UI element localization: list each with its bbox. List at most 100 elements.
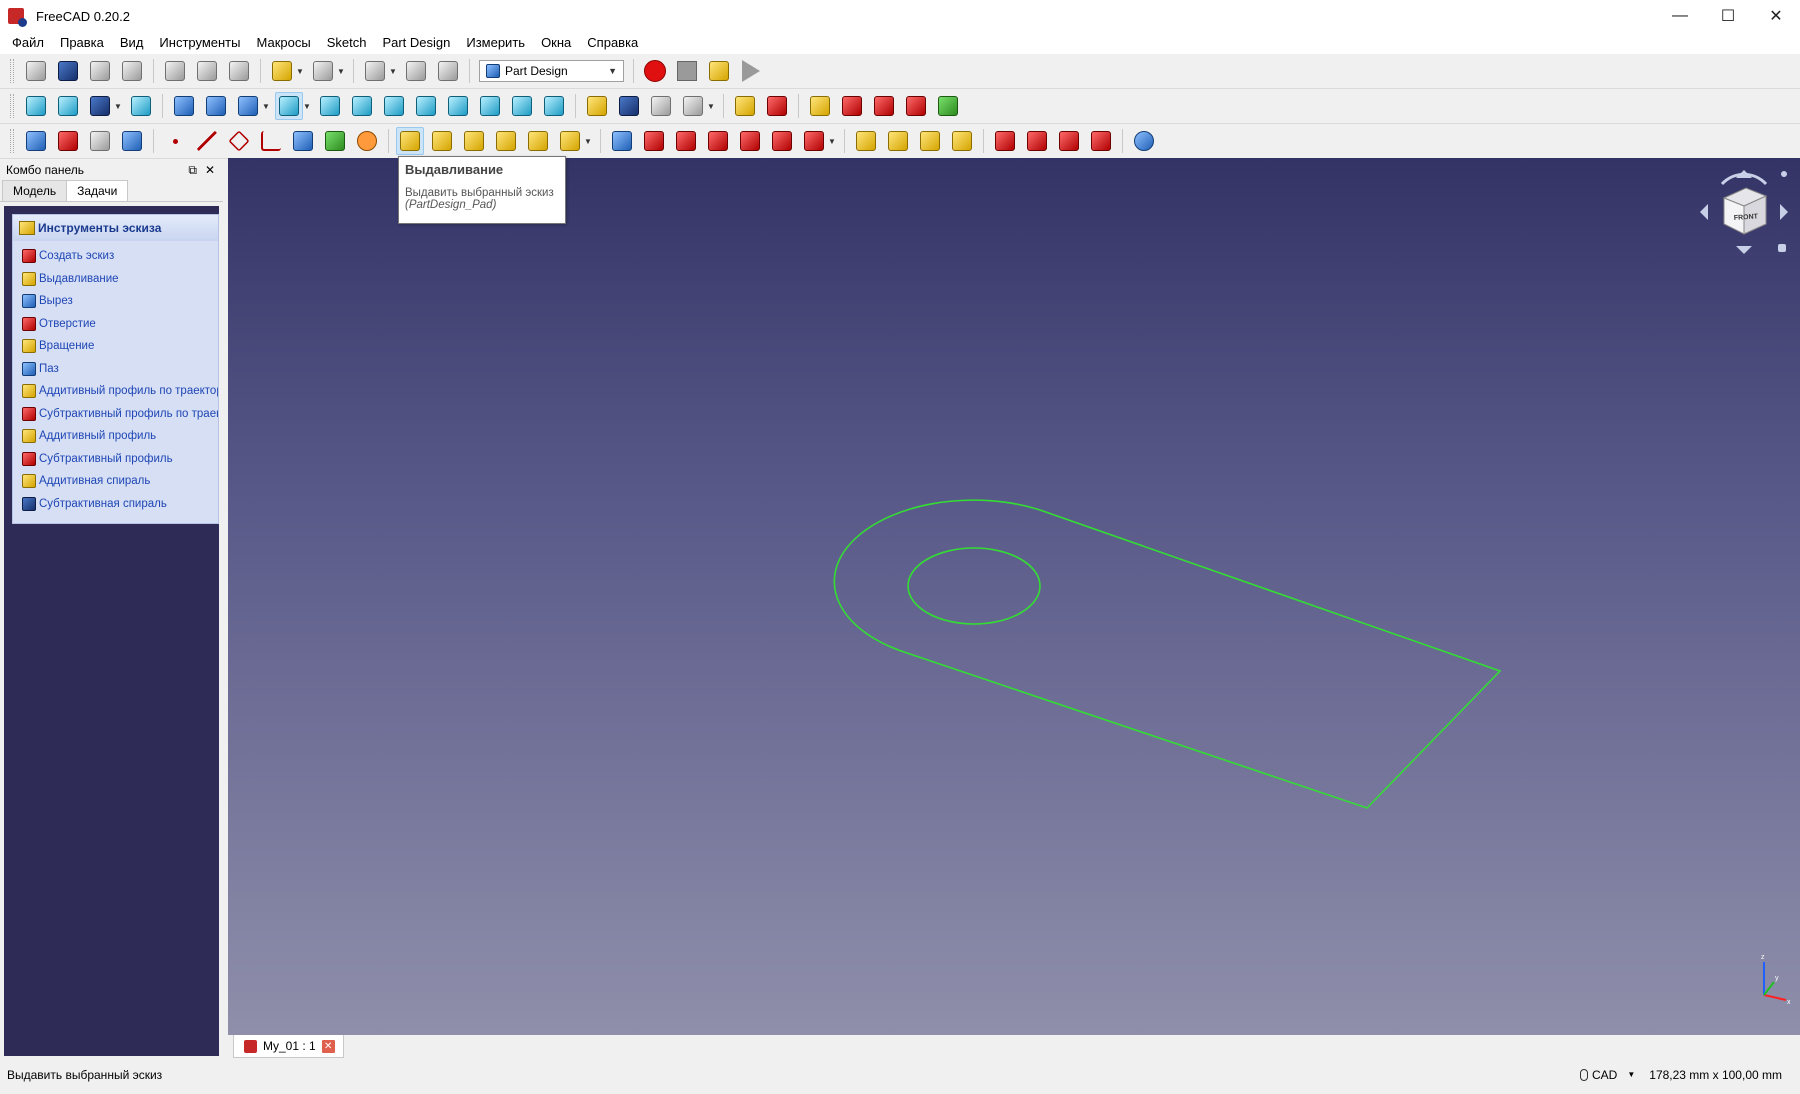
menu-help[interactable]: Справка xyxy=(579,32,646,54)
local-cs-button[interactable] xyxy=(257,127,285,155)
nav-arrow-down-icon[interactable] xyxy=(1736,246,1752,254)
navigation-cube[interactable]: FRONT xyxy=(1694,162,1794,262)
menu-tools[interactable]: Инструменты xyxy=(151,32,248,54)
refresh-check-button[interactable] xyxy=(361,57,389,85)
polar-pattern-button[interactable] xyxy=(916,127,944,155)
navcube-menu-icon[interactable] xyxy=(1781,171,1787,177)
multitransform-button[interactable] xyxy=(948,127,976,155)
measure-angular-button[interactable] xyxy=(763,92,791,120)
measure-linear-button[interactable] xyxy=(731,92,759,120)
create-body-button[interactable] xyxy=(22,127,50,155)
forward-button[interactable] xyxy=(202,92,230,120)
sketch-tools-header[interactable]: Инструменты эскиза xyxy=(13,215,218,241)
link-actions-button[interactable] xyxy=(679,92,707,120)
check-dropdown-icon[interactable]: ▼ xyxy=(389,67,397,76)
sketch-geometry[interactable] xyxy=(228,158,1800,1035)
whats-this-button[interactable] xyxy=(434,57,462,85)
boolean-button[interactable] xyxy=(1130,127,1158,155)
paste-button[interactable] xyxy=(225,57,253,85)
datum-plane-button[interactable] xyxy=(225,127,253,155)
hole-button[interactable] xyxy=(640,127,668,155)
navigation-style-selector[interactable]: CAD ▼ xyxy=(1580,1068,1635,1082)
3d-view[interactable]: FRONT z x y xyxy=(228,158,1800,1035)
measure-refresh-button[interactable] xyxy=(806,92,834,120)
bounding-box-button[interactable] xyxy=(127,92,155,120)
record-macro-button[interactable] xyxy=(641,57,669,85)
draft-button[interactable] xyxy=(1055,127,1083,155)
task-revolution[interactable]: Вращение xyxy=(13,335,218,358)
undo-button[interactable] xyxy=(268,57,296,85)
create-sketch-button[interactable] xyxy=(54,127,82,155)
right-view-button[interactable] xyxy=(412,92,440,120)
view-zoom-button[interactable] xyxy=(275,92,303,120)
top-view-button[interactable] xyxy=(380,92,408,120)
measure-toggle-delta-button[interactable] xyxy=(934,92,962,120)
sync-view-button[interactable] xyxy=(234,92,262,120)
create-group-button[interactable] xyxy=(615,92,643,120)
additive-loft-button[interactable] xyxy=(460,127,488,155)
menu-sketch[interactable]: Sketch xyxy=(319,32,375,54)
tab-model[interactable]: Модель xyxy=(2,180,68,201)
measure-clear-button[interactable] xyxy=(838,92,866,120)
datum-point-button[interactable] xyxy=(161,127,189,155)
minimize-button[interactable]: — xyxy=(1656,0,1704,32)
menu-measure[interactable]: Измерить xyxy=(458,32,533,54)
redo-button[interactable] xyxy=(309,57,337,85)
open-button[interactable] xyxy=(54,57,82,85)
measure-toggle-3d-button[interactable] xyxy=(902,92,930,120)
chamfer-button[interactable] xyxy=(1023,127,1051,155)
undo-dropdown-icon[interactable]: ▼ xyxy=(296,67,304,76)
run-macro-button[interactable] xyxy=(737,57,765,85)
task-create-sketch[interactable]: Создать эскиз xyxy=(13,245,218,268)
subtractive-primitive-button[interactable] xyxy=(800,127,828,155)
recompute-button[interactable] xyxy=(402,57,430,85)
menu-macros[interactable]: Макросы xyxy=(248,32,318,54)
additive-pipe-button[interactable] xyxy=(492,127,520,155)
thickness-button[interactable] xyxy=(1087,127,1115,155)
additive-primitive-button[interactable] xyxy=(556,127,584,155)
save-button[interactable] xyxy=(86,57,114,85)
pocket-button[interactable] xyxy=(608,127,636,155)
subshape-binder-button[interactable] xyxy=(321,127,349,155)
linear-pattern-button[interactable] xyxy=(884,127,912,155)
toolbar-handle[interactable] xyxy=(10,94,14,118)
front-view-button[interactable] xyxy=(348,92,376,120)
copy-button[interactable] xyxy=(193,57,221,85)
fillet-button[interactable] xyxy=(991,127,1019,155)
draw-style-dropdown-icon[interactable]: ▼ xyxy=(114,102,122,111)
print-button[interactable] xyxy=(118,57,146,85)
toolbar-handle[interactable] xyxy=(10,129,14,153)
measure-toggle-all-button[interactable] xyxy=(870,92,898,120)
additive-primitive-dropdown-icon[interactable]: ▼ xyxy=(584,137,592,146)
mirrored-button[interactable] xyxy=(852,127,880,155)
create-link-button[interactable] xyxy=(647,92,675,120)
tab-tasks[interactable]: Задачи xyxy=(66,180,129,201)
new-document-button[interactable] xyxy=(22,57,50,85)
workbench-selector[interactable]: Part Design ▼ xyxy=(479,60,624,82)
stop-macro-button[interactable] xyxy=(673,57,701,85)
menu-view[interactable]: Вид xyxy=(112,32,152,54)
task-additive-loft[interactable]: Аддитивный профиль xyxy=(13,425,218,448)
cut-button[interactable] xyxy=(161,57,189,85)
nav-arrow-right-icon[interactable] xyxy=(1780,204,1788,220)
fit-all-button[interactable] xyxy=(22,92,50,120)
task-subtractive-loft[interactable]: Субтрактивный профиль xyxy=(13,448,218,471)
additive-helix-button[interactable] xyxy=(524,127,552,155)
edit-macro-button[interactable] xyxy=(705,57,733,85)
task-subtractive-pipe[interactable]: Субтрактивный профиль по траектории xyxy=(13,403,218,426)
task-additive-pipe[interactable]: Аддитивный профиль по траектории xyxy=(13,380,218,403)
menu-windows[interactable]: Окна xyxy=(533,32,579,54)
subtractive-helix-button[interactable] xyxy=(768,127,796,155)
task-pad[interactable]: Выдавливание xyxy=(13,268,218,291)
subtractive-pipe-button[interactable] xyxy=(736,127,764,155)
rear-view-button[interactable] xyxy=(444,92,472,120)
maximize-button[interactable]: ☐ xyxy=(1704,0,1752,32)
left-view-button[interactable] xyxy=(508,92,536,120)
task-pocket[interactable]: Вырез xyxy=(13,290,218,313)
zoom-dropdown-icon[interactable]: ▼ xyxy=(303,102,311,111)
clone-button[interactable] xyxy=(353,127,381,155)
subtractive-primitive-dropdown-icon[interactable]: ▼ xyxy=(828,137,836,146)
menu-edit[interactable]: Правка xyxy=(52,32,112,54)
menu-file[interactable]: Файл xyxy=(4,32,52,54)
measure-distance-button[interactable] xyxy=(540,92,568,120)
